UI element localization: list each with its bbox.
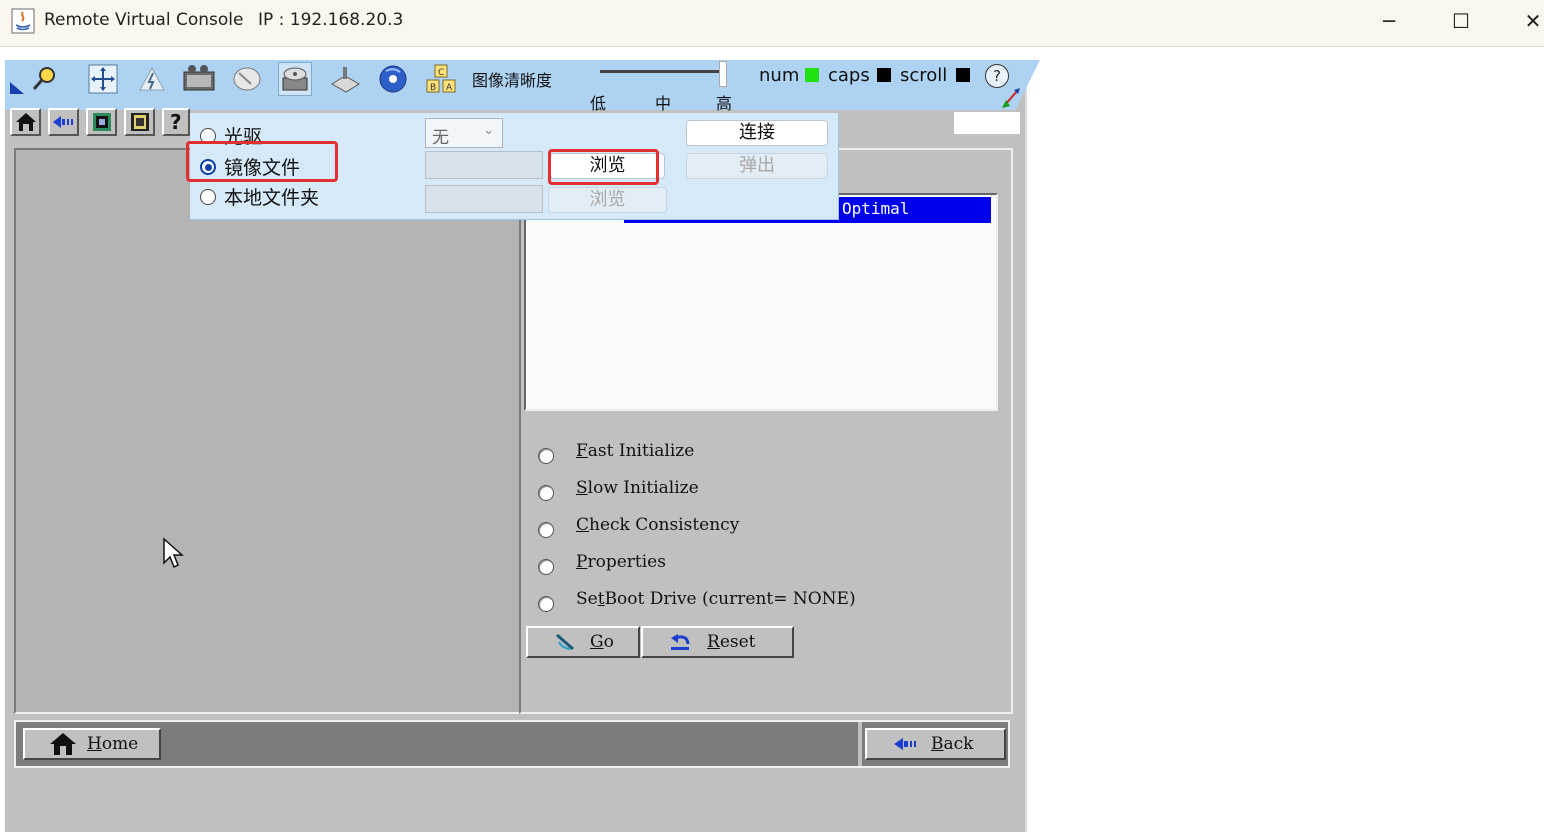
chevron-down-icon: ⌄ bbox=[483, 123, 494, 138]
left-panel[interactable] bbox=[14, 148, 520, 714]
back-button[interactable]: Back bbox=[865, 728, 1006, 760]
home-icon bbox=[50, 733, 76, 755]
back-arrow-icon bbox=[52, 116, 73, 128]
caps-lock-label: caps bbox=[828, 65, 870, 86]
fast-initialize-option[interactable]: Fast Initialize bbox=[538, 438, 694, 464]
svg-text:A: A bbox=[446, 83, 453, 93]
video-record-icon[interactable] bbox=[182, 62, 216, 96]
svg-text:?: ? bbox=[170, 111, 182, 133]
maximize-button[interactable]: ☐ bbox=[1438, 5, 1484, 37]
mouse-icon[interactable] bbox=[230, 62, 264, 96]
clarity-tick-low: 低 bbox=[590, 94, 607, 113]
clarity-tick-mid: 中 bbox=[655, 94, 672, 113]
media-option-local-folder[interactable]: 本地文件夹 bbox=[200, 183, 319, 210]
keyboard-icon[interactable] bbox=[328, 62, 362, 96]
radio-button[interactable] bbox=[200, 188, 216, 205]
java-app-icon bbox=[11, 8, 35, 34]
browse-folder-button[interactable]: 浏览 bbox=[548, 187, 667, 213]
check-consistency-option[interactable]: Check Consistency bbox=[538, 512, 739, 538]
move-icon[interactable] bbox=[86, 62, 120, 96]
radio-button[interactable] bbox=[538, 596, 554, 612]
home-button[interactable]: Home bbox=[23, 728, 161, 760]
virtual-media-icon[interactable] bbox=[278, 62, 312, 96]
help-toolbar-button[interactable]: ? bbox=[162, 108, 190, 136]
language-icon[interactable]: CBA bbox=[424, 62, 458, 96]
undo-icon bbox=[671, 634, 690, 650]
mouse-cursor-icon bbox=[163, 537, 184, 569]
scan-devices-icon bbox=[92, 113, 111, 131]
svg-text:C: C bbox=[438, 68, 444, 78]
title-bar: Remote Virtual Console IP : 192.168.20.3… bbox=[0, 0, 1544, 47]
num-lock-indicator bbox=[805, 68, 819, 82]
slow-initialize-option[interactable]: Slow Initialize bbox=[538, 475, 699, 501]
radio-button[interactable] bbox=[538, 485, 554, 501]
minimize-button[interactable]: ─ bbox=[1366, 5, 1412, 37]
resize-arrows-icon bbox=[1002, 88, 1020, 108]
set-boot-drive-option[interactable]: Se t Boot Drive (current= NONE) bbox=[538, 586, 856, 612]
properties-option[interactable]: Properties bbox=[538, 549, 666, 575]
power-icon[interactable] bbox=[135, 62, 169, 96]
highlight-browse-button bbox=[548, 149, 659, 185]
scroll-lock-label: scroll bbox=[900, 65, 948, 86]
radio-button[interactable] bbox=[538, 559, 554, 575]
connect-icon[interactable] bbox=[27, 62, 61, 96]
bottom-nav-divider bbox=[858, 722, 862, 766]
eject-button[interactable]: 弹出 bbox=[686, 153, 828, 179]
reset-button[interactable]: Reset bbox=[641, 626, 794, 658]
virtual-drive-list[interactable] bbox=[524, 193, 998, 411]
top-right-area bbox=[954, 112, 1020, 134]
info-toolbar-button[interactable] bbox=[124, 108, 155, 136]
svg-text:B: B bbox=[430, 83, 436, 93]
home-icon bbox=[15, 113, 36, 131]
scan-toolbar-button[interactable] bbox=[86, 108, 117, 136]
info-icon bbox=[130, 113, 149, 131]
go-icon bbox=[556, 633, 574, 651]
num-lock-label: num bbox=[759, 65, 800, 86]
clarity-slider-track[interactable] bbox=[600, 70, 725, 73]
radio-button[interactable] bbox=[538, 522, 554, 538]
drive-select[interactable]: 无 ⌄ bbox=[425, 118, 503, 148]
go-button[interactable]: Go bbox=[526, 626, 640, 658]
home-toolbar-button[interactable] bbox=[10, 108, 41, 136]
question-icon: ? bbox=[170, 111, 182, 133]
back-toolbar-button[interactable] bbox=[48, 108, 79, 136]
radio-button[interactable] bbox=[538, 448, 554, 464]
back-arrow-icon bbox=[894, 738, 916, 750]
clarity-tick-high: 高 bbox=[716, 94, 733, 113]
caps-lock-indicator bbox=[877, 68, 891, 82]
list-item-label: Optimal bbox=[842, 199, 910, 218]
connect-button[interactable]: 连接 bbox=[686, 120, 828, 146]
scroll-lock-indicator bbox=[956, 68, 970, 82]
window-ip: IP : 192.168.20.3 bbox=[258, 10, 404, 30]
local-folder-path-field[interactable] bbox=[425, 185, 543, 213]
close-button[interactable]: ✕ bbox=[1510, 5, 1544, 37]
image-file-path-field[interactable] bbox=[425, 151, 543, 179]
highlight-image-file-option bbox=[186, 141, 338, 182]
window-title: Remote Virtual Console bbox=[44, 10, 244, 30]
corner-marker-icon bbox=[10, 82, 24, 94]
clarity-slider-thumb[interactable] bbox=[719, 61, 727, 87]
clarity-label: 图像清晰度 bbox=[472, 71, 553, 90]
cd-icon[interactable] bbox=[376, 62, 410, 96]
